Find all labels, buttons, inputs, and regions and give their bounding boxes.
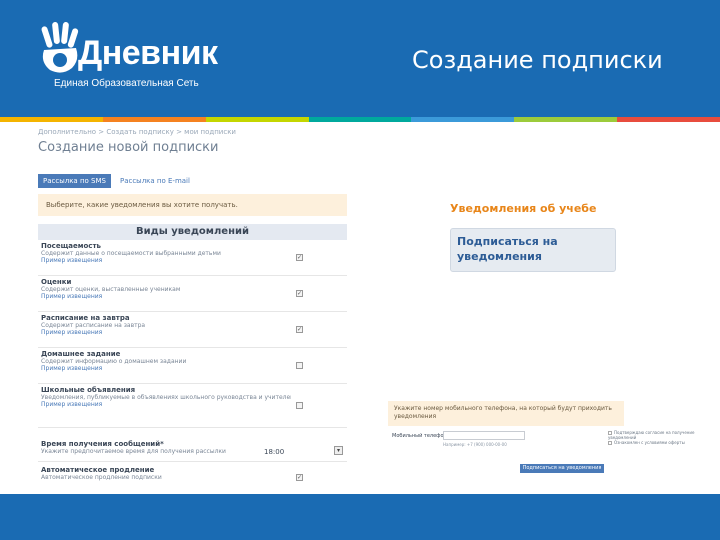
row-title: Школьные объявления: [41, 386, 136, 394]
subscribe-button[interactable]: Подписаться на уведомления: [450, 228, 616, 272]
page-title: Создание новой подписки: [38, 140, 219, 155]
edu-heading: Уведомления об учебе: [450, 202, 597, 215]
tab-email[interactable]: Рассылка по E-mail: [115, 174, 195, 188]
notice-text: Выберите, какие уведомления вы хотите по…: [46, 201, 238, 209]
logo-subtitle: Единая Образовательная Сеть: [54, 78, 199, 89]
screenshot-area: Дополнительно > Создать подписку > мои п…: [0, 122, 720, 494]
submit-subscribe-button[interactable]: Подписаться на уведомления: [520, 464, 604, 473]
chevron-down-icon[interactable]: ▾: [334, 446, 343, 455]
row-desc: Содержит расписание на завтра: [41, 322, 146, 329]
table-row: Расписание на завтра Содержит расписание…: [38, 312, 347, 348]
consent-item[interactable]: Ознакомлен с условиями оферты: [608, 440, 708, 445]
breadcrumb[interactable]: Дополнительно > Создать подписку > мои п…: [38, 128, 236, 136]
checkbox[interactable]: [608, 441, 612, 445]
checkbox[interactable]: ✓: [296, 290, 303, 297]
checkbox[interactable]: ✓: [296, 254, 303, 261]
checkbox[interactable]: [296, 402, 303, 409]
time-row: Время получения сообщений* Укажите предп…: [38, 438, 347, 462]
consent-item[interactable]: Подтверждаю согласие на получение уведом…: [608, 430, 708, 440]
dnevnik-logo: Дневник Единая Образовательная Сеть: [40, 22, 218, 92]
notification-types-table: Виды уведомлений Посещаемость Содержит д…: [38, 224, 347, 428]
consent-list: Подтверждаю согласие на получение уведом…: [608, 430, 708, 445]
table-row: Домашнее задание Содержит информацию о д…: [38, 348, 347, 384]
time-value[interactable]: 18:00: [264, 448, 284, 456]
tab-bar: Рассылка по SMS Рассылка по E-mail: [38, 174, 195, 188]
phone-hint: Например: +7 (900) 000-00-00: [443, 442, 507, 447]
row-desc: Содержит оценки, выставленные ученикам: [41, 286, 181, 293]
auto-desc: Автоматическое продление подписки: [41, 474, 162, 481]
time-desc: Укажите предпочитаемое время для получен…: [41, 448, 226, 455]
table-row: Посещаемость Содержит данные о посещаемо…: [38, 240, 347, 276]
row-desc: Содержит данные о посещаемости выбранным…: [41, 250, 221, 257]
auto-title: Автоматическое продление: [41, 466, 155, 474]
phone-label: Мобильный телефон: [392, 433, 447, 439]
row-title: Оценки: [41, 278, 72, 286]
slide-title: Создание подписки: [412, 46, 663, 74]
row-title: Посещаемость: [41, 242, 101, 250]
phone-notice: Укажите номер мобильного телефона, на ко…: [388, 401, 624, 426]
hand-logo-icon: [41, 22, 79, 73]
row-title: Домашнее задание: [41, 350, 121, 358]
time-title: Время получения сообщений*: [41, 440, 164, 448]
table-row: Школьные объявления Уведомления, публику…: [38, 384, 347, 428]
phone-notice-text: Укажите номер мобильного телефона, на ко…: [394, 405, 612, 420]
row-desc: Содержит информацию о домашнем задании: [41, 358, 187, 365]
checkbox[interactable]: [296, 362, 303, 369]
auto-renew-row: Автоматическое продление Автоматическое …: [38, 464, 347, 490]
checkbox[interactable]: ✓: [296, 326, 303, 333]
row-desc: Уведомления, публикуемые в объявлениях ш…: [41, 394, 291, 401]
consent-text: Подтверждаю согласие на получение уведом…: [608, 430, 695, 440]
slide-footer: [0, 494, 720, 540]
checkbox[interactable]: ✓: [296, 474, 303, 481]
types-header: Виды уведомлений: [38, 224, 347, 240]
phone-input[interactable]: [443, 431, 525, 440]
notice-banner: Выберите, какие уведомления вы хотите по…: [38, 194, 347, 216]
consent-text: Ознакомлен с условиями оферты: [614, 440, 685, 445]
table-row: Оценки Содержит оценки, выставленные уче…: [38, 276, 347, 312]
slide-header: Дневник Единая Образовательная Сеть Созд…: [0, 0, 720, 117]
tab-sms[interactable]: Рассылка по SMS: [38, 174, 111, 188]
row-title: Расписание на завтра: [41, 314, 130, 322]
logo-wordmark: Дневник: [78, 34, 218, 72]
